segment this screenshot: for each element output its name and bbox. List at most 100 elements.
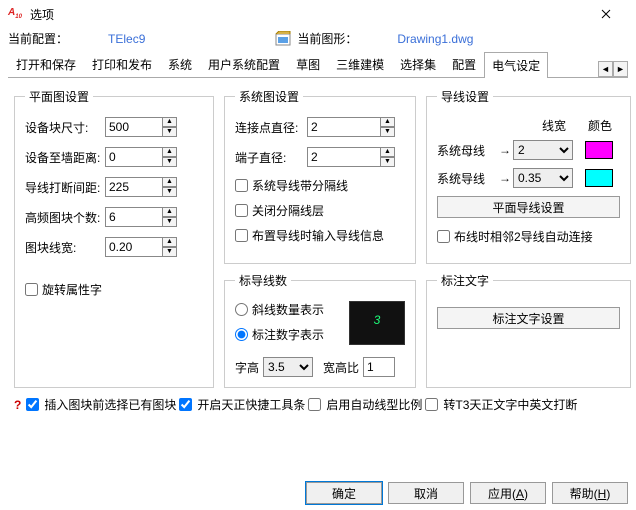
syswire-label: 系统导线 <box>437 170 497 187</box>
tab-system[interactable]: 系统 <box>160 51 200 77</box>
tab-electrical[interactable]: 电气设定 <box>484 52 548 78</box>
wall-dist-spinner[interactable]: ▲▼ <box>162 147 177 167</box>
wall-dist-input[interactable] <box>105 147 163 167</box>
rotate-attr-checkbox[interactable] <box>25 283 38 296</box>
ok-button[interactable]: 确定 <box>306 482 382 504</box>
cancel-button[interactable]: 取消 <box>388 482 464 504</box>
term-diam-label: 端子直径: <box>235 149 307 166</box>
break-gap-label: 导线打断间距: <box>25 179 105 196</box>
opt-select-existing-label: 插入图块前选择已有图块 <box>44 396 176 413</box>
hf-count-label: 高频图块个数: <box>25 209 105 226</box>
help-hint-icon[interactable]: ? <box>14 398 21 412</box>
group-system-legend: 系统图设置 <box>235 88 303 105</box>
break-gap-spinner[interactable]: ▲▼ <box>162 177 177 197</box>
auto-connect-label: 布线时相邻2导线自动连接 <box>454 228 593 245</box>
syswire-color-swatch[interactable] <box>585 169 613 187</box>
close-icon <box>601 9 611 19</box>
block-size-input[interactable] <box>105 117 163 137</box>
col-color: 颜色 <box>588 117 612 134</box>
config-row: 当前配置： TElec9 当前图形： Drawing1.dwg <box>0 28 636 51</box>
tab-open-save[interactable]: 打开和保存 <box>8 51 84 77</box>
count-preview: 3 <box>349 301 405 345</box>
opt-autolinetype-checkbox[interactable] <box>308 398 321 411</box>
tab-3d[interactable]: 三维建模 <box>328 51 392 77</box>
syswire-lw-select[interactable]: 0.35 <box>513 168 573 188</box>
aspect-label: 宽高比 <box>323 359 359 376</box>
conn-diam-spinner[interactable]: ▲▼ <box>380 117 395 137</box>
tab-bar: 打开和保存 打印和发布 系统 用户系统配置 草图 三维建模 选择集 配置 电气设… <box>8 51 628 78</box>
hf-count-spinner[interactable]: ▲▼ <box>162 207 177 227</box>
current-drawing-label: 当前图形： <box>297 30 357 47</box>
tab-scroll-left[interactable]: ◄ <box>598 61 613 77</box>
plan-wire-settings-button[interactable]: 平面导线设置 <box>437 196 620 218</box>
term-diam-spinner[interactable]: ▲▼ <box>380 147 395 167</box>
footer-options: ? 插入图块前选择已有图块 开启天正快捷工具条 启用自动线型比例 转T3天正文字… <box>0 390 636 419</box>
break-gap-input[interactable] <box>105 177 163 197</box>
digit-mode-label: 标注数字表示 <box>252 326 324 343</box>
opt-toolbar-label: 开启天正快捷工具条 <box>197 396 305 413</box>
block-lw-input[interactable] <box>105 237 163 257</box>
group-wire-count: 标导线数 斜线数量表示 标注数字表示 3 字高 3.5 宽高比 <box>224 272 416 388</box>
group-plan-legend: 平面图设置 <box>25 88 93 105</box>
content-area: 平面图设置 设备块尺寸: ▲▼ 设备至墙距离: ▲▼ 导线打断间距: ▲▼ 高频… <box>0 78 636 390</box>
block-lw-spinner[interactable]: ▲▼ <box>162 237 177 257</box>
apply-button[interactable]: 应用(A) <box>470 482 546 504</box>
group-wire: 导线设置 线宽 颜色 系统母线 → 2 系统导线 → 0.35 平面导线设置 布… <box>426 88 631 264</box>
tab-scroll-right[interactable]: ► <box>613 61 628 77</box>
current-profile-value: TElec9 <box>108 32 145 46</box>
block-lw-label: 图块线宽: <box>25 239 105 256</box>
block-size-spinner[interactable]: ▲▼ <box>162 117 177 137</box>
close-sep-checkbox[interactable] <box>235 204 248 217</box>
titlebar: A10 选项 <box>0 0 636 28</box>
current-drawing-value: Drawing1.dwg <box>397 32 473 46</box>
opt-toolbar-checkbox[interactable] <box>179 398 192 411</box>
group-text: 标注文字 标注文字设置 <box>426 272 631 388</box>
close-sep-label: 关闭分隔线层 <box>252 202 324 219</box>
busbar-lw-select[interactable]: 2 <box>513 140 573 160</box>
tab-sketch[interactable]: 草图 <box>288 51 328 77</box>
rotate-attr-label: 旋转属性字 <box>42 281 102 298</box>
slash-mode-radio[interactable] <box>235 303 248 316</box>
app-icon: A10 <box>8 7 24 21</box>
tab-user[interactable]: 用户系统配置 <box>200 51 288 77</box>
tab-selection[interactable]: 选择集 <box>392 51 444 77</box>
close-button[interactable] <box>584 0 628 28</box>
col-linewidth: 线宽 <box>542 117 566 134</box>
window-title: 选项 <box>30 6 584 23</box>
term-diam-input[interactable] <box>307 147 381 167</box>
prompt-info-checkbox[interactable] <box>235 229 248 242</box>
wall-dist-label: 设备至墙距离: <box>25 149 105 166</box>
block-size-label: 设备块尺寸: <box>25 119 105 136</box>
tab-profile[interactable]: 配置 <box>444 51 484 77</box>
group-plan: 平面图设置 设备块尺寸: ▲▼ 设备至墙距离: ▲▼ 导线打断间距: ▲▼ 高频… <box>14 88 214 388</box>
help-button[interactable]: 帮助(H) <box>552 482 628 504</box>
text-settings-button[interactable]: 标注文字设置 <box>437 307 620 329</box>
busbar-color-swatch[interactable] <box>585 141 613 159</box>
opt-t3-checkbox[interactable] <box>425 398 438 411</box>
char-height-label: 字高 <box>235 359 259 376</box>
digit-mode-radio[interactable] <box>235 328 248 341</box>
tab-print[interactable]: 打印和发布 <box>84 51 160 77</box>
auto-connect-checkbox[interactable] <box>437 230 450 243</box>
conn-diam-input[interactable] <box>307 117 381 137</box>
hf-count-input[interactable] <box>105 207 163 227</box>
group-wire-count-legend: 标导线数 <box>235 272 291 289</box>
opt-select-existing-checkbox[interactable] <box>26 398 39 411</box>
aspect-input[interactable] <box>363 357 395 377</box>
arrow-icon: → <box>497 171 513 185</box>
conn-diam-label: 连接点直径: <box>235 119 307 136</box>
sep-line-label: 系统导线带分隔线 <box>252 177 348 194</box>
drawing-icon <box>275 31 291 47</box>
opt-autolinetype-label: 启用自动线型比例 <box>326 396 422 413</box>
busbar-label: 系统母线 <box>437 142 497 159</box>
prompt-info-label: 布置导线时输入导线信息 <box>252 227 384 244</box>
char-height-select[interactable]: 3.5 <box>263 357 313 377</box>
sep-line-checkbox[interactable] <box>235 179 248 192</box>
dialog-buttons: 确定 取消 应用(A) 帮助(H) <box>306 482 628 504</box>
arrow-icon: → <box>497 143 513 157</box>
group-system: 系统图设置 连接点直径: ▲▼ 端子直径: ▲▼ 系统导线带分隔线 关闭分隔线层… <box>224 88 416 264</box>
current-profile-label: 当前配置： <box>8 30 68 47</box>
group-text-legend: 标注文字 <box>437 272 493 289</box>
opt-t3-label: 转T3天正文字中英文打断 <box>443 396 577 413</box>
slash-mode-label: 斜线数量表示 <box>252 301 324 318</box>
